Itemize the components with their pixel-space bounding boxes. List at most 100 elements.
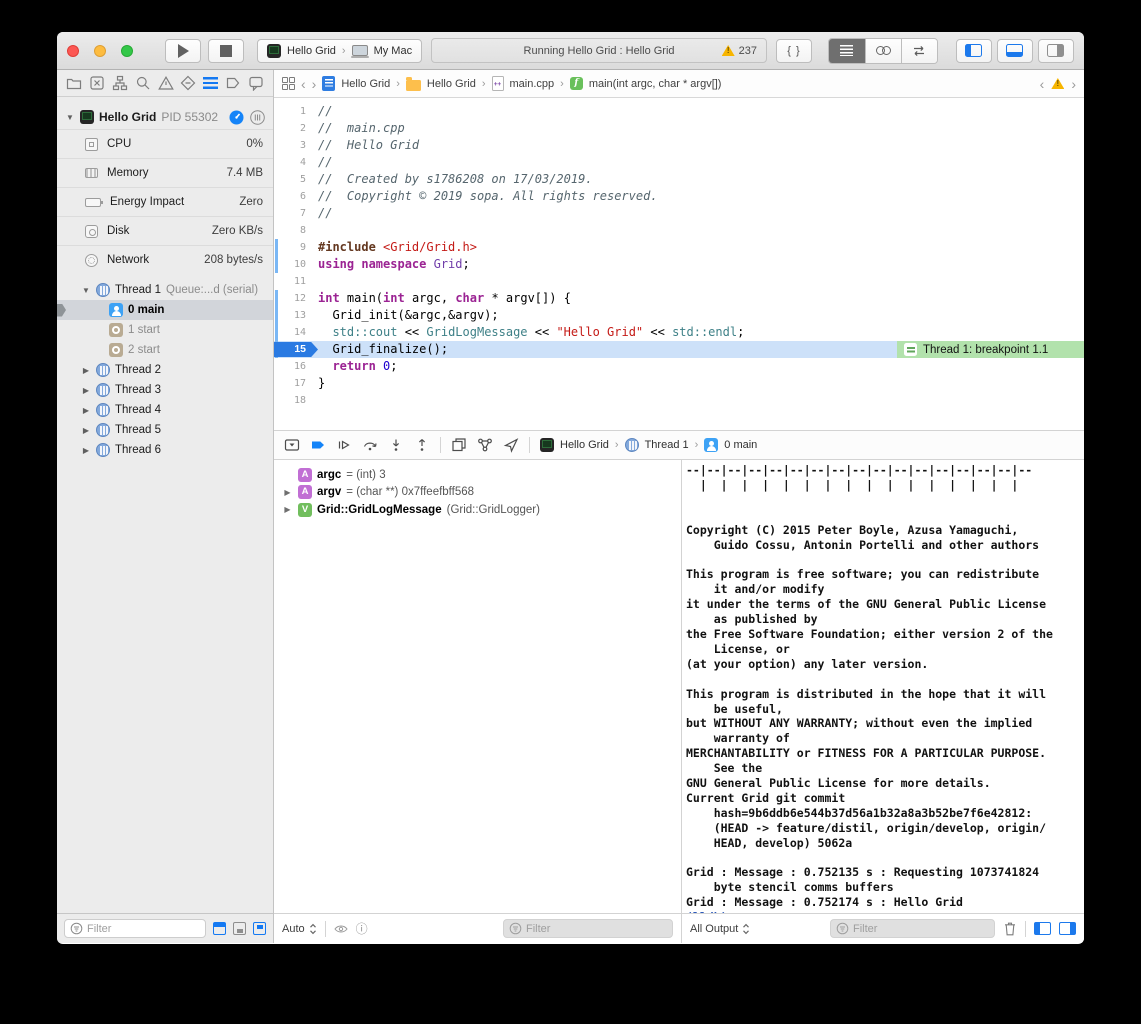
code-line-8[interactable]: 8 xyxy=(274,222,1084,239)
activity-status-view[interactable]: Running Hello Grid : Hello Grid ! 237 xyxy=(431,38,767,63)
crumb-process[interactable]: Hello Grid xyxy=(560,439,609,451)
gauge-row-memory[interactable]: Memory 7.4 MB xyxy=(57,158,273,187)
line-number[interactable]: 13 xyxy=(274,307,318,324)
quick-look-eye-icon[interactable] xyxy=(334,924,348,934)
variable-row[interactable]: ▶ A argv = (char **) 0x7ffeefbff568 xyxy=(274,484,681,502)
line-number[interactable]: 16 xyxy=(274,358,318,375)
issue-navigator-icon[interactable] xyxy=(158,75,174,91)
disclosure-triangle[interactable]: ▶ xyxy=(282,488,293,497)
gauge-row-energy[interactable]: Energy Impact Zero xyxy=(57,187,273,216)
symbol-navigator-icon[interactable] xyxy=(112,75,128,91)
line-number[interactable]: 7 xyxy=(274,205,318,222)
code-line-11[interactable]: 11 xyxy=(274,273,1084,290)
crumb-group[interactable]: Hello Grid xyxy=(427,78,476,90)
line-number[interactable]: 11 xyxy=(274,273,318,290)
step-into-icon[interactable] xyxy=(388,437,404,453)
disclosure-triangle[interactable]: ▼ xyxy=(65,113,75,122)
line-number[interactable]: 10 xyxy=(274,256,318,273)
console-output[interactable]: --|--|--|--|--|--|--|--|--|--|--|--|--|-… xyxy=(682,460,1084,913)
line-number[interactable]: 12 xyxy=(274,290,318,307)
crumb-file[interactable]: main.cpp xyxy=(510,78,555,90)
simulate-location-icon[interactable] xyxy=(503,437,519,453)
scheme-selector[interactable]: Hello Grid › My Mac xyxy=(257,39,422,63)
code-line-10[interactable]: 10using namespace Grid; xyxy=(274,256,1084,273)
previous-issue-button[interactable]: ‹ xyxy=(1040,77,1045,91)
crumb-frame[interactable]: 0 main xyxy=(724,439,757,451)
gauge-dial-icon[interactable] xyxy=(229,110,244,125)
line-number[interactable]: 18 xyxy=(274,392,318,409)
line-number[interactable]: 2 xyxy=(274,120,318,137)
find-navigator-icon[interactable] xyxy=(135,75,151,91)
code-line-5[interactable]: 5// Created by s1786208 on 17/03/2019. xyxy=(274,171,1084,188)
assistant-editor-button[interactable] xyxy=(865,39,901,63)
back-button[interactable]: ‹ xyxy=(301,77,306,91)
breakpoint-annotation[interactable]: Thread 1: breakpoint 1.1 xyxy=(897,341,1084,358)
info-icon[interactable]: ⓘ xyxy=(356,920,368,937)
line-number[interactable]: 3 xyxy=(274,137,318,154)
variable-row[interactable]: ▶ V Grid::GridLogMessage (Grid::GridLogg… xyxy=(274,501,681,519)
step-out-icon[interactable] xyxy=(414,437,430,453)
continue-icon[interactable] xyxy=(336,437,352,453)
version-editor-button[interactable] xyxy=(901,39,937,63)
console-filter-input[interactable]: Filter xyxy=(830,919,995,938)
standard-editor-button[interactable] xyxy=(829,39,865,63)
breakpoints-toggle-icon[interactable] xyxy=(310,437,326,453)
show-paused-threads-button[interactable] xyxy=(233,922,246,935)
toggle-debug-area-button[interactable] xyxy=(997,39,1033,63)
show-variables-view-button[interactable] xyxy=(1034,922,1051,935)
line-number[interactable]: 14 xyxy=(274,324,318,341)
code-line-12[interactable]: 12int main(int argc, char * argv[]) { xyxy=(274,290,1084,307)
disclosure-triangle[interactable]: ▶ xyxy=(81,426,91,435)
view-process-by-thread-button[interactable] xyxy=(213,922,226,935)
debug-navigator-icon[interactable] xyxy=(203,77,218,89)
console-output-popup[interactable]: All Output xyxy=(690,923,750,935)
code-line-7[interactable]: 7// xyxy=(274,205,1084,222)
related-items-icon[interactable] xyxy=(282,77,295,90)
line-number[interactable]: 6 xyxy=(274,188,318,205)
crumb-symbol[interactable]: main(int argc, char * argv[]) xyxy=(589,78,722,90)
breakpoint-navigator-icon[interactable] xyxy=(225,75,241,91)
library-button[interactable]: { } xyxy=(776,39,812,63)
line-number[interactable]: 8 xyxy=(274,222,318,239)
step-over-icon[interactable] xyxy=(362,437,378,453)
test-navigator-icon[interactable] xyxy=(180,75,196,91)
hide-debug-area-icon[interactable] xyxy=(284,437,300,453)
clear-console-trash-icon[interactable] xyxy=(1003,921,1017,936)
view-hierarchy-icon[interactable] xyxy=(451,437,467,453)
navigator-filter-input[interactable]: Filter xyxy=(64,919,206,938)
disclosure-triangle[interactable]: ▼ xyxy=(81,286,91,295)
code-line-18[interactable]: 18 xyxy=(274,392,1084,409)
line-number[interactable]: 1 xyxy=(274,103,318,120)
gauge-row-cpu[interactable]: CPU 0% xyxy=(57,129,273,158)
code-line-16[interactable]: 16 return 0; xyxy=(274,358,1084,375)
source-editor[interactable]: 1// 2// main.cpp 3// Hello Grid 4// 5// … xyxy=(274,98,1084,430)
code-line-1[interactable]: 1// xyxy=(274,103,1084,120)
crumb-project[interactable]: Hello Grid xyxy=(341,78,390,90)
code-line-9[interactable]: 9#include <Grid/Grid.h> xyxy=(274,239,1084,256)
minimize-window-button[interactable] xyxy=(94,45,106,57)
code-line-6[interactable]: 6// Copyright © 2019 sopa. All rights re… xyxy=(274,188,1084,205)
variable-row[interactable]: A argc = (int) 3 xyxy=(274,466,681,484)
close-window-button[interactable] xyxy=(67,45,79,57)
process-row[interactable]: ▼ Hello Grid PID 55302 xyxy=(57,105,273,129)
zoom-window-button[interactable] xyxy=(121,45,133,57)
crumb-thread[interactable]: Thread 1 xyxy=(645,439,689,451)
gauge-row-disk[interactable]: Disk Zero KB/s xyxy=(57,216,273,245)
code-line-13[interactable]: 13 Grid_init(&argc,&argv); xyxy=(274,307,1084,324)
show-running-threads-button[interactable] xyxy=(253,922,266,935)
source-control-navigator-icon[interactable] xyxy=(89,75,105,91)
code-line-14[interactable]: 14 std::cout << GridLogMessage << "Hello… xyxy=(274,324,1084,341)
toggle-navigator-button[interactable] xyxy=(956,39,992,63)
disclosure-triangle[interactable]: ▶ xyxy=(81,446,91,455)
gauge-row-network[interactable]: Network 208 bytes/s xyxy=(57,245,273,274)
thread-row[interactable]: ▶ Thread 3 xyxy=(57,380,273,400)
memory-graph-icon[interactable] xyxy=(477,437,493,453)
stack-frame-row[interactable]: 2 start xyxy=(57,340,273,360)
disclosure-triangle[interactable]: ▶ xyxy=(81,386,91,395)
disclosure-triangle[interactable]: ▶ xyxy=(81,406,91,415)
code-line-15[interactable]: 15 Grid_finalize(); Thread 1: breakpoint… xyxy=(274,341,1084,358)
thread-row[interactable]: ▶ Thread 6 xyxy=(57,440,273,460)
view-mode-icon[interactable] xyxy=(250,110,265,125)
thread-row[interactable]: ▶ Thread 5 xyxy=(57,420,273,440)
forward-button[interactable]: › xyxy=(312,77,317,91)
